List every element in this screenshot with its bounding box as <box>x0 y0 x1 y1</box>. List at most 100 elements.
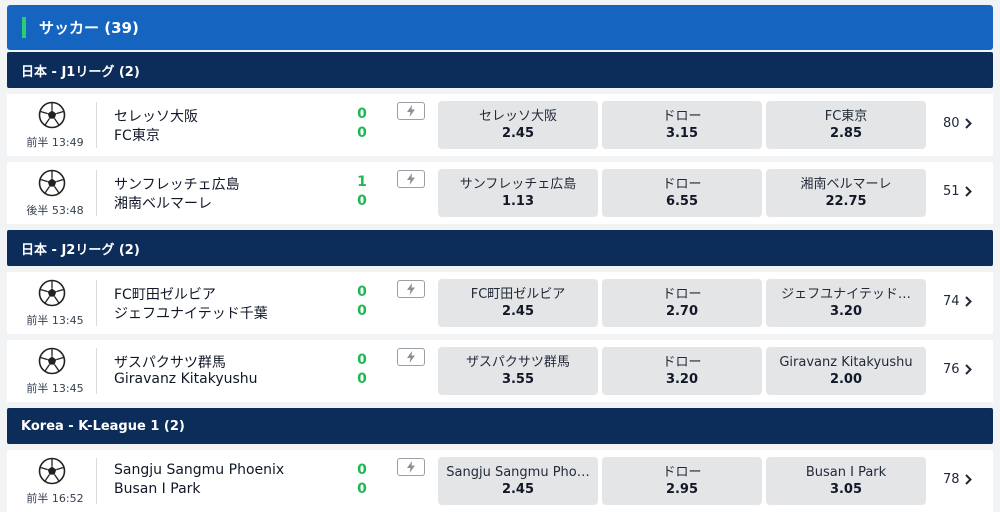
more-markets-count: 51 <box>943 184 960 199</box>
more-markets-link[interactable]: 78 <box>943 472 972 487</box>
more-markets-link[interactable]: 51 <box>943 184 972 199</box>
odds-button-away[interactable]: FC東京 2.85 <box>766 101 926 149</box>
odds-button-home[interactable]: FC町田ゼルビア 2.45 <box>438 279 598 327</box>
odds-price-home: 1.13 <box>501 193 535 209</box>
home-team-name[interactable]: セレッソ大阪 <box>114 106 198 126</box>
odds-price-draw: 6.55 <box>665 193 699 209</box>
odds-label-home: Sangju Sangmu Pho… <box>446 464 590 480</box>
sport-header-accent <box>22 17 26 38</box>
odds-label-home: セレッソ大阪 <box>478 108 557 124</box>
league-header[interactable]: 日本 - J2リーグ (2) <box>7 230 993 266</box>
odds-button-home[interactable]: ザスパクサツ群馬 3.55 <box>438 347 598 395</box>
odds-button-draw[interactable]: ドロー 2.70 <box>602 279 762 327</box>
odds-label-away: 湘南ベルマーレ <box>800 176 892 192</box>
away-score: 0 <box>357 303 367 319</box>
column-divider <box>96 170 97 216</box>
lightning-icon[interactable] <box>397 280 425 298</box>
home-team-name[interactable]: Sangju Sangmu Phoenix <box>114 462 284 478</box>
odds-price-draw: 3.20 <box>665 371 699 387</box>
home-score: 0 <box>357 284 367 300</box>
odds-button-home[interactable]: Sangju Sangmu Pho… 2.45 <box>438 457 598 505</box>
match-row: 前半 13:45 FC町田ゼルビア ジェフユナイテッド千葉 0 0 FC町田ゼル… <box>7 272 993 334</box>
match-time: 後半 53:48 <box>26 204 84 217</box>
league-title: Korea - K-League 1 (2) <box>21 418 185 434</box>
more-markets-link[interactable]: 80 <box>943 116 972 131</box>
odds-price-away: 3.20 <box>829 303 863 319</box>
lightning-icon[interactable] <box>397 170 425 188</box>
away-team-name[interactable]: FC東京 <box>114 125 160 145</box>
match-row: 後半 53:48 サンフレッチェ広島 湘南ベルマーレ 1 0 サンフレッチェ広島… <box>7 162 993 224</box>
away-team-name[interactable]: Busan I Park <box>114 481 201 497</box>
match-row: 前半 16:52 Sangju Sangmu Phoenix Busan I P… <box>7 450 993 512</box>
odds-price-draw: 3.15 <box>665 125 699 141</box>
home-team-name[interactable]: サンフレッチェ広島 <box>114 174 240 194</box>
odds-button-draw[interactable]: ドロー 3.15 <box>602 101 762 149</box>
soccer-ball-icon <box>38 279 66 307</box>
odds-price-away: 22.75 <box>825 193 867 209</box>
more-markets-link[interactable]: 76 <box>943 362 972 377</box>
away-score: 0 <box>357 481 367 497</box>
odds-button-draw[interactable]: ドロー 2.95 <box>602 457 762 505</box>
lightning-icon[interactable] <box>397 458 425 476</box>
match-row: 前半 13:45 ザスパクサツ群馬 Giravanz Kitakyushu 0 … <box>7 340 993 402</box>
odds-label-draw: ドロー <box>662 176 702 192</box>
home-team-name[interactable]: ザスパクサツ群馬 <box>114 352 226 372</box>
odds-button-away[interactable]: 湘南ベルマーレ 22.75 <box>766 169 926 217</box>
odds-button-draw[interactable]: ドロー 6.55 <box>602 169 762 217</box>
home-score: 0 <box>357 462 367 478</box>
home-score: 0 <box>357 106 367 122</box>
sport-header-title: サッカー (39) <box>39 19 139 37</box>
odds-price-home: 2.45 <box>501 481 535 497</box>
odds-label-home: サンフレッチェ広島 <box>459 176 577 192</box>
odds-button-home[interactable]: サンフレッチェ広島 1.13 <box>438 169 598 217</box>
lightning-icon[interactable] <box>397 348 425 366</box>
odds-button-draw[interactable]: ドロー 3.20 <box>602 347 762 395</box>
odds-price-away: 2.00 <box>829 371 863 387</box>
odds-label-draw: ドロー <box>662 108 702 124</box>
column-divider <box>96 280 97 326</box>
home-score: 0 <box>357 352 367 368</box>
match-time: 前半 16:52 <box>26 492 84 505</box>
more-markets-count: 80 <box>943 116 960 131</box>
match-time: 前半 13:49 <box>26 136 84 149</box>
sportsbook-list: サッカー (39) 日本 - J1リーグ (2) 前半 13:49 セレッソ大阪… <box>0 0 1000 512</box>
odds-label-home: FC町田ゼルビア <box>470 286 566 302</box>
sport-header[interactable]: サッカー (39) <box>7 5 993 50</box>
league-header[interactable]: 日本 - J1リーグ (2) <box>7 52 993 88</box>
league-header[interactable]: Korea - K-League 1 (2) <box>7 408 993 444</box>
soccer-ball-icon <box>38 457 66 485</box>
away-score: 0 <box>357 193 367 209</box>
odds-price-home: 2.45 <box>501 125 535 141</box>
odds-button-home[interactable]: セレッソ大阪 2.45 <box>438 101 598 149</box>
odds-label-away: Giravanz Kitakyushu <box>779 354 913 370</box>
odds-price-home: 2.45 <box>501 303 535 319</box>
more-markets-count: 74 <box>943 294 960 309</box>
chevron-right-icon <box>964 296 972 307</box>
soccer-ball-icon <box>38 101 66 129</box>
odds-button-away[interactable]: ジェフユナイテッド… 3.20 <box>766 279 926 327</box>
chevron-right-icon <box>964 364 972 375</box>
odds-price-draw: 2.95 <box>665 481 699 497</box>
odds-price-draw: 2.70 <box>665 303 699 319</box>
league-title: 日本 - J1リーグ (2) <box>21 64 140 80</box>
odds-button-away[interactable]: Busan I Park 3.05 <box>766 457 926 505</box>
away-team-name[interactable]: 湘南ベルマーレ <box>114 193 212 213</box>
more-markets-link[interactable]: 74 <box>943 294 972 309</box>
away-team-name[interactable]: ジェフユナイテッド千葉 <box>114 303 268 323</box>
match-time: 前半 13:45 <box>26 382 84 395</box>
home-team-name[interactable]: FC町田ゼルビア <box>114 284 216 304</box>
odds-label-draw: ドロー <box>662 354 702 370</box>
away-team-name[interactable]: Giravanz Kitakyushu <box>114 371 258 387</box>
lightning-icon[interactable] <box>397 102 425 120</box>
odds-price-home: 3.55 <box>501 371 535 387</box>
odds-label-draw: ドロー <box>662 464 702 480</box>
odds-button-away[interactable]: Giravanz Kitakyushu 2.00 <box>766 347 926 395</box>
chevron-right-icon <box>964 186 972 197</box>
more-markets-count: 76 <box>943 362 960 377</box>
away-score: 0 <box>357 371 367 387</box>
chevron-right-icon <box>964 118 972 129</box>
home-score: 1 <box>357 174 367 190</box>
away-score: 0 <box>357 125 367 141</box>
odds-label-away: Busan I Park <box>805 464 887 480</box>
match-row: 前半 13:49 セレッソ大阪 FC東京 0 0 セレッソ大阪 2.45 ドロー… <box>7 94 993 156</box>
